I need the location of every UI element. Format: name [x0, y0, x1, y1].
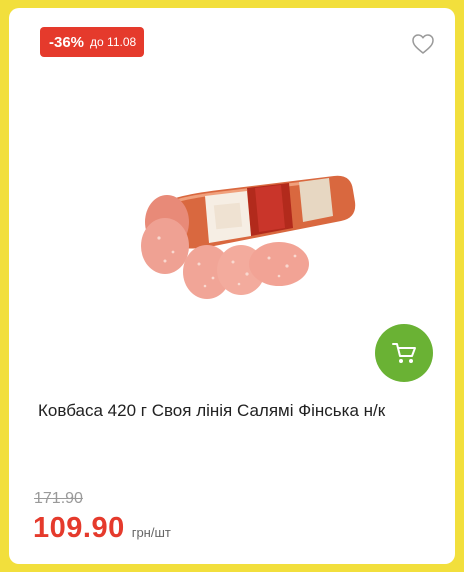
price-unit: грн/шт — [131, 525, 171, 540]
old-price: 171.90 — [34, 490, 83, 507]
price-row: 109.90 грн/шт — [33, 512, 171, 545]
discount-until: до 11.08 — [90, 35, 137, 49]
product-card[interactable]: -36% до 11.08 Ковбаса 420 г Своя лінія С… — [9, 8, 455, 564]
product-image — [141, 175, 356, 299]
cart-icon — [392, 343, 416, 363]
discount-percent: -36% — [49, 33, 85, 51]
product-name[interactable]: Ковбаса 420 г Своя лінія Салямі Фінська … — [38, 401, 448, 421]
discount-badge: -36% до 11.08 — [40, 27, 145, 57]
add-to-cart-button[interactable] — [375, 324, 433, 382]
heart-outline-icon — [412, 34, 434, 54]
current-price: 109.90 — [33, 512, 125, 544]
favorite-button[interactable] — [411, 33, 435, 55]
